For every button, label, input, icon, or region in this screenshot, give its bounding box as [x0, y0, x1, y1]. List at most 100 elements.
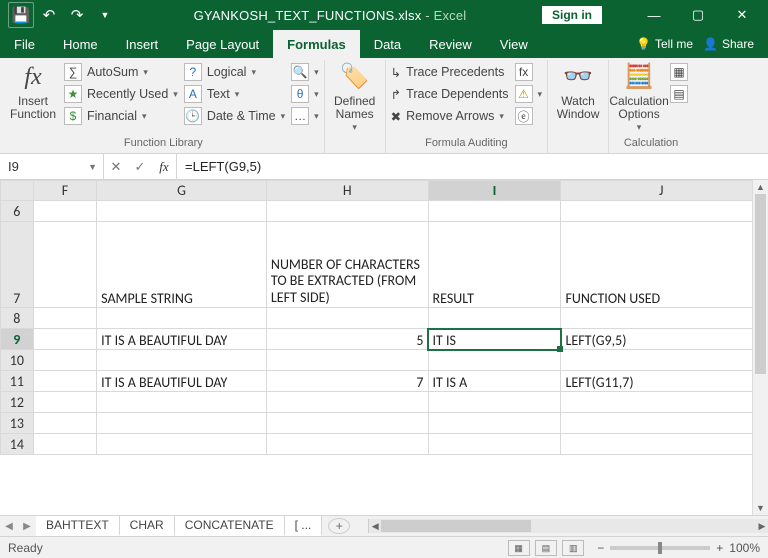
calc-now-button[interactable]: ▦	[670, 61, 688, 83]
calc-options-button[interactable]: 🧮 Calculation Options▾	[614, 61, 664, 133]
cell[interactable]: LEFT(G11,7)	[561, 371, 762, 392]
evaluate-formula-button[interactable]: ⓔ	[515, 105, 543, 127]
scroll-left-icon[interactable]: ◀	[369, 519, 381, 533]
row-head[interactable]: 14	[1, 434, 34, 455]
cell[interactable]: IT IS A	[428, 371, 561, 392]
tab-data[interactable]: Data	[360, 30, 415, 58]
add-sheet-button[interactable]: +	[328, 518, 350, 534]
scrollbar-thumb[interactable]	[755, 194, 766, 374]
page-break-button[interactable]: ▥	[562, 540, 584, 556]
trace-dependents-button[interactable]: ↱ Trace Dependents	[391, 83, 509, 105]
tab-home[interactable]: Home	[49, 30, 112, 58]
col-head[interactable]: J	[561, 181, 762, 201]
row-head[interactable]: 9	[1, 329, 34, 350]
row-head[interactable]: 8	[1, 308, 34, 329]
tab-formulas[interactable]: Formulas	[273, 30, 360, 58]
formula-input[interactable]: =LEFT(G9,5)	[177, 154, 768, 179]
sheet-tab[interactable]: CHAR	[120, 516, 175, 536]
fx-icon[interactable]: fx	[152, 159, 176, 175]
tab-insert[interactable]: Insert	[112, 30, 173, 58]
title-bar: 💾 ↶ ↷ ▼ GYANKOSH_TEXT_FUNCTIONS.xlsx - E…	[0, 0, 768, 30]
remove-arrows-button[interactable]: ✖ Remove Arrows ▾	[391, 105, 509, 127]
undo-icon[interactable]: ↶	[36, 2, 62, 28]
tab-nav-next[interactable]: ▶	[18, 521, 36, 532]
spreadsheet: F G H I J 6 7 SAMPLE STRING NUMBER OF CH…	[0, 180, 768, 515]
logical-button[interactable]: ?Logical ▾	[184, 61, 285, 83]
row-head[interactable]: 11	[1, 371, 34, 392]
qat-customize-icon[interactable]: ▼	[92, 2, 118, 28]
name-box[interactable]: I9 ▼	[0, 154, 104, 179]
tab-page-layout[interactable]: Page Layout	[172, 30, 273, 58]
enter-formula-icon[interactable]: ✓	[128, 159, 152, 175]
maximize-button[interactable]: ▢	[676, 0, 720, 30]
col-head[interactable]: G	[97, 181, 267, 201]
cell[interactable]: 7	[266, 371, 428, 392]
redo-icon[interactable]: ↷	[64, 2, 90, 28]
close-button[interactable]: ✕	[720, 0, 764, 30]
sign-in-button[interactable]: Sign in	[542, 6, 602, 24]
zoom-slider[interactable]	[610, 546, 710, 550]
grid-table[interactable]: F G H I J 6 7 SAMPLE STRING NUMBER OF CH…	[0, 180, 762, 455]
warning-icon: ⚠	[515, 85, 533, 103]
tell-me[interactable]: 💡 Tell me	[636, 37, 693, 51]
cell[interactable]: SAMPLE STRING	[97, 222, 267, 308]
active-cell[interactable]: IT IS	[428, 329, 561, 350]
scroll-up-icon[interactable]: ▲	[753, 180, 768, 194]
tab-file[interactable]: File	[0, 30, 49, 58]
cell[interactable]: RESULT	[428, 222, 561, 308]
scroll-right-icon[interactable]: ▶	[756, 519, 768, 533]
select-all-corner[interactable]	[1, 181, 34, 201]
date-time-button[interactable]: 🕒Date & Time ▾	[184, 105, 285, 127]
watch-window-button[interactable]: 👓 Watch Window	[553, 61, 603, 121]
more-functions-button[interactable]: …▾	[291, 105, 319, 127]
tab-nav-prev[interactable]: ◀	[0, 521, 18, 532]
insert-function-button[interactable]: fx Insert Function	[8, 61, 58, 121]
sheet-tab[interactable]: BAHTTEXT	[36, 516, 120, 536]
cell[interactable]: IT IS A BEAUTIFUL DAY	[97, 329, 267, 350]
sheet-tab-more[interactable]: [ ...	[285, 516, 323, 536]
horizontal-scrollbar[interactable]: ◀ ▶	[368, 519, 768, 533]
normal-view-button[interactable]: ▦	[508, 540, 530, 556]
recently-used-button[interactable]: ★Recently Used ▾	[64, 83, 178, 105]
zoom-level[interactable]: 100%	[729, 541, 760, 555]
financial-button[interactable]: $Financial ▾	[64, 105, 178, 127]
cell[interactable]: NUMBER OF CHARACTERS TO BE EXTRACTED (FR…	[266, 222, 428, 308]
col-head[interactable]: I	[428, 181, 561, 201]
error-checking-button[interactable]: ⚠▾	[515, 83, 543, 105]
scrollbar-thumb[interactable]	[381, 520, 531, 532]
sheet-tab[interactable]: CONCATENATE	[175, 516, 285, 536]
row-head[interactable]: 13	[1, 413, 34, 434]
autosum-button[interactable]: ∑AutoSum ▾	[64, 61, 178, 83]
tab-review[interactable]: Review	[415, 30, 486, 58]
vertical-scrollbar[interactable]: ▲ ▼	[752, 180, 768, 515]
tab-view[interactable]: View	[486, 30, 542, 58]
row-head[interactable]: 7	[1, 222, 34, 308]
zoom-in-button[interactable]: +	[716, 541, 723, 555]
col-head[interactable]: F	[33, 181, 96, 201]
math-trig-button[interactable]: θ▾	[291, 83, 319, 105]
scroll-down-icon[interactable]: ▼	[753, 501, 768, 515]
lookup-button[interactable]: 🔍▾	[291, 61, 319, 83]
trace-precedents-button[interactable]: ↳ Trace Precedents	[391, 61, 509, 83]
row-head[interactable]: 12	[1, 392, 34, 413]
text-button[interactable]: AText ▾	[184, 83, 285, 105]
row-head[interactable]: 6	[1, 201, 34, 222]
page-layout-button[interactable]: ▤	[535, 540, 557, 556]
cell[interactable]: FUNCTION USED	[561, 222, 762, 308]
share-button[interactable]: 👤 Share	[703, 37, 754, 51]
minimize-button[interactable]: —	[632, 0, 676, 30]
save-icon[interactable]: 💾	[8, 2, 34, 28]
col-head[interactable]: H	[266, 181, 428, 201]
app-name: Excel	[434, 8, 467, 23]
calc-sheet-button[interactable]: ▤	[670, 83, 688, 105]
zoom-out-button[interactable]: −	[597, 541, 604, 555]
cell[interactable]: LEFT(G9,5)	[561, 329, 762, 350]
cell[interactable]: 5	[266, 329, 428, 350]
chevron-down-icon[interactable]: ▼	[88, 162, 97, 172]
quick-access-toolbar: 💾 ↶ ↷ ▼	[4, 2, 118, 28]
cancel-formula-icon[interactable]: ✕	[104, 159, 128, 175]
defined-names-button[interactable]: 🏷️ Defined Names▾	[330, 61, 380, 133]
row-head[interactable]: 10	[1, 350, 34, 371]
cell[interactable]: IT IS A BEAUTIFUL DAY	[97, 371, 267, 392]
show-formulas-button[interactable]: fx	[515, 61, 543, 83]
